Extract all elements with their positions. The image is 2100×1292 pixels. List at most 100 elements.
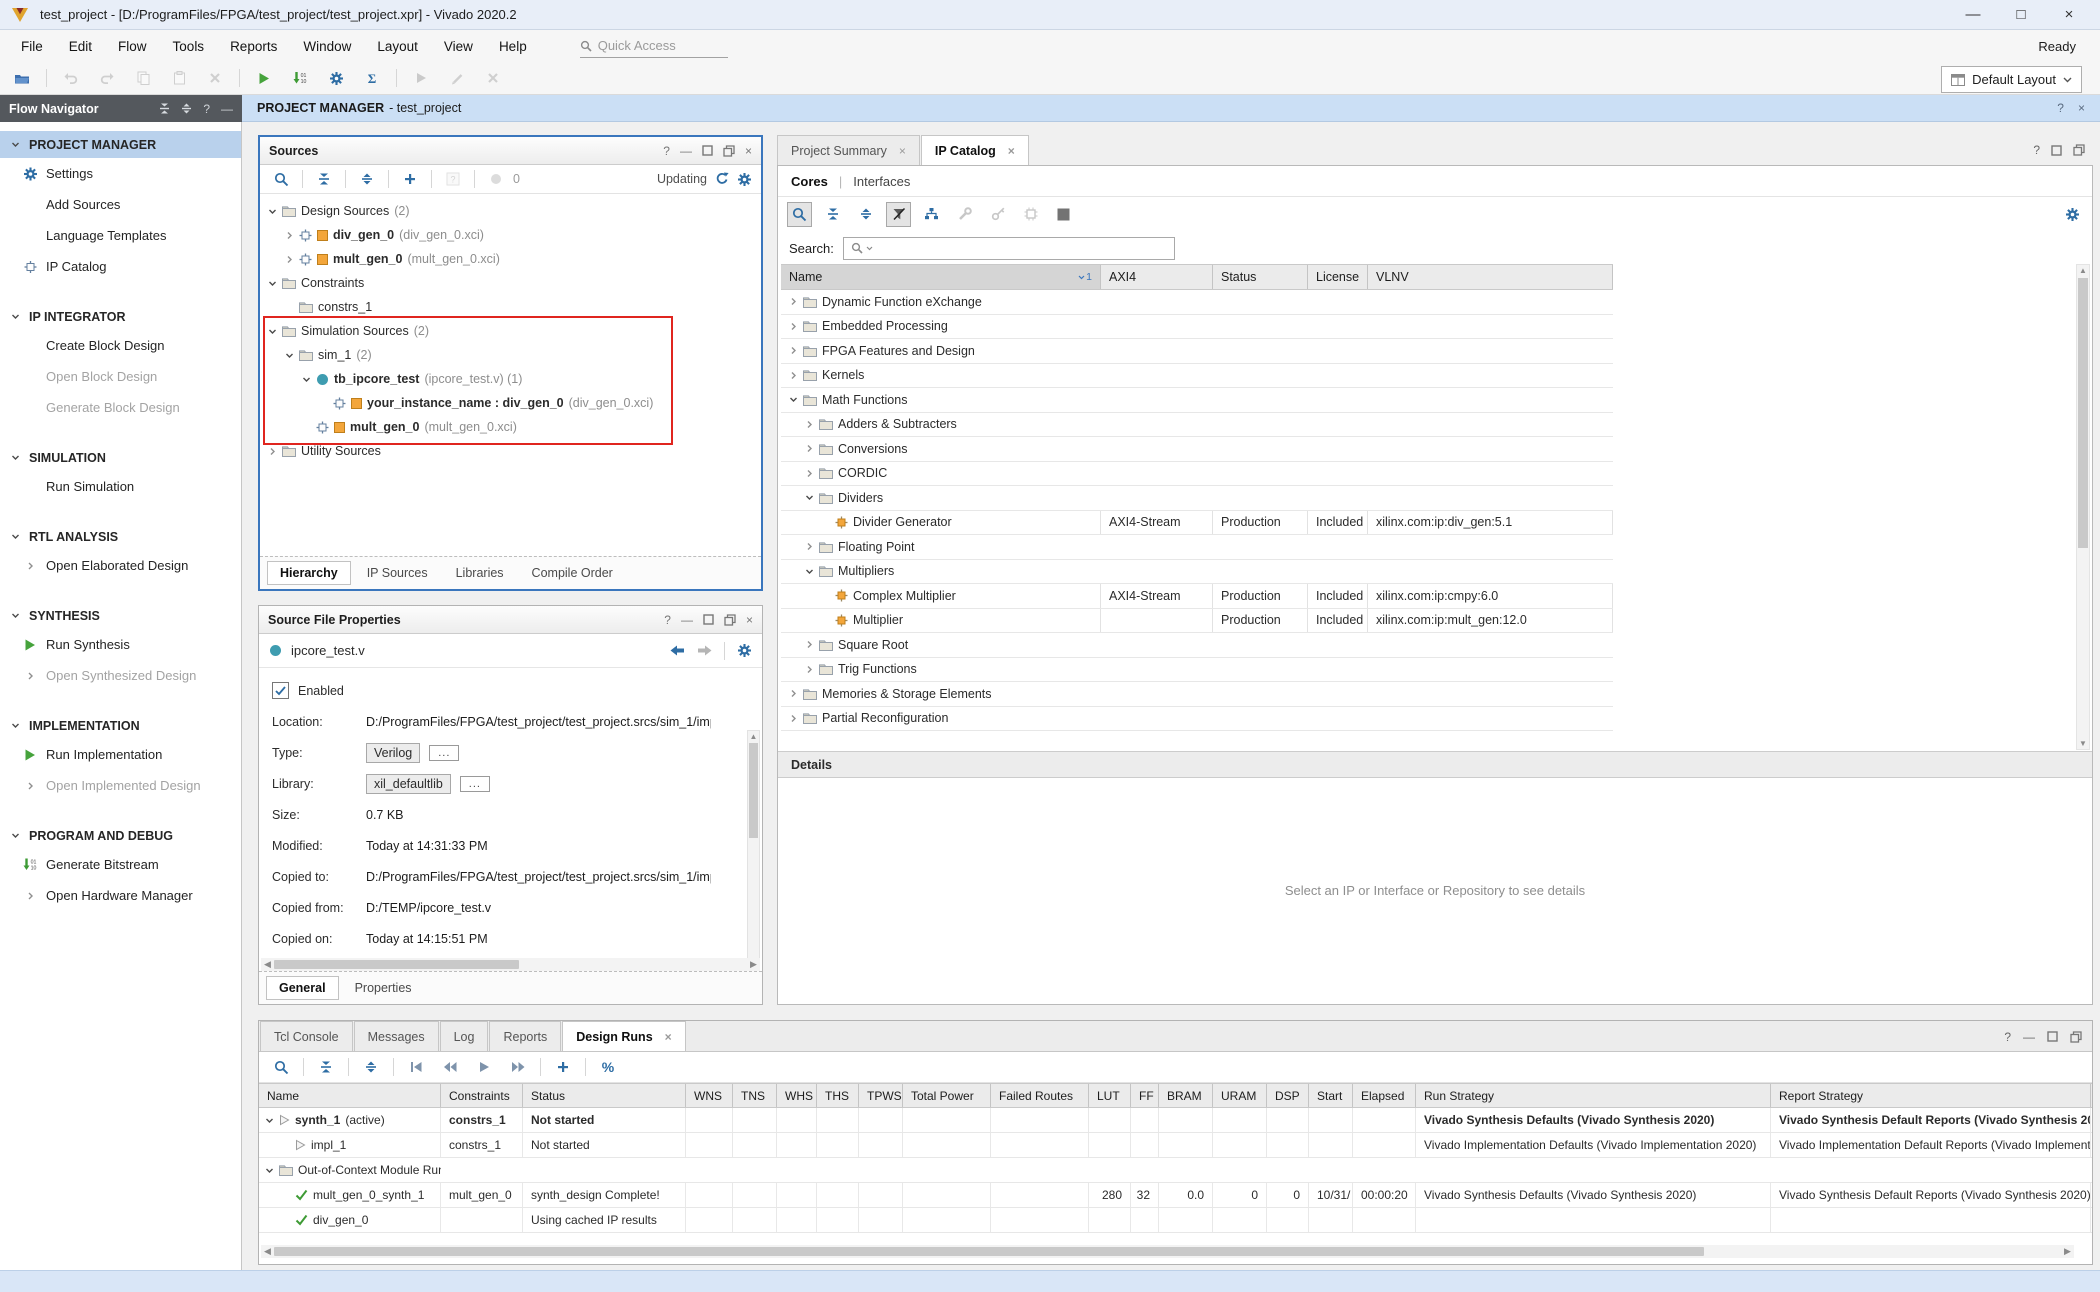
tab-design-runs[interactable]: Design Runs× [562,1021,685,1051]
minimize-button[interactable]: — [1952,2,1994,28]
forward-icon[interactable] [697,645,712,656]
design-run-row[interactable]: div_gen_0Using cached IP results [259,1208,2092,1233]
flownav-item-add-sources[interactable]: Add Sources [0,189,241,220]
group-by-hierarchy-button[interactable] [919,202,944,227]
help-icon[interactable]: ? [2033,143,2040,157]
reset-runs-button[interactable] [404,1055,428,1079]
expander-icon[interactable] [285,255,294,264]
minimize-panel-icon[interactable]: — [221,102,233,116]
help-icon[interactable]: ? [2057,101,2064,115]
ip-catalog-row[interactable]: Dynamic Function eXchange [781,290,1613,315]
expander-icon[interactable] [789,714,798,723]
field-value-box[interactable]: Verilog [366,743,420,763]
tab-properties[interactable]: Properties [343,977,424,999]
search-button[interactable] [269,167,293,191]
collapse-all-button[interactable] [820,202,845,227]
close-icon[interactable]: × [745,144,752,158]
flownav-section-header-synthesis[interactable]: SYNTHESIS [0,602,241,629]
column-header-ff[interactable]: FF [1131,1084,1159,1107]
chevron-right-icon[interactable] [26,891,35,900]
column-header-status[interactable]: Status [523,1084,686,1107]
search-button[interactable] [787,202,812,227]
layout-selector[interactable]: Default Layout [1941,66,2082,93]
vertical-scrollbar[interactable]: ▲ ▼ [747,730,760,986]
float-icon[interactable] [2070,1031,2082,1043]
column-header-tns[interactable]: TNS [733,1084,777,1107]
chevron-right-icon[interactable] [26,561,35,570]
flownav-item-run-implementation[interactable]: Run Implementation [0,739,241,770]
report-button[interactable] [1051,202,1076,227]
column-header-start[interactable]: Start [1309,1084,1353,1107]
expand-all-button[interactable] [853,202,878,227]
tab-tcl-console[interactable]: Tcl Console [260,1021,353,1051]
ellipsis-button[interactable]: ... [460,776,490,792]
generate-bitstream-button[interactable]: 0110 [288,66,312,90]
flownav-item-run-simulation[interactable]: Run Simulation [0,471,241,502]
report-utilization-button[interactable]: Σ [360,66,384,90]
subtab-interfaces[interactable]: Interfaces [853,174,910,189]
ip-search-input[interactable] [843,237,1175,260]
close-icon[interactable]: × [746,613,753,627]
gear-icon[interactable] [2065,207,2080,222]
back-icon[interactable] [670,645,685,656]
sources-tree-item[interactable]: Constraints [260,271,761,295]
expander-icon[interactable] [805,420,814,429]
design-run-row[interactable]: impl_1constrs_1Not startedVivado Impleme… [259,1133,2092,1158]
expander-icon[interactable] [805,640,814,649]
field-value-box[interactable]: xil_defaultlib [366,774,451,794]
flownav-item-settings[interactable]: Settings [0,158,241,189]
help-icon[interactable]: ? [663,144,670,158]
subtab-cores[interactable]: Cores [791,174,828,189]
chevron-down-icon[interactable] [11,721,20,730]
sources-tree-item[interactable]: mult_gen_0(mult_gen_0.xci) [260,247,761,271]
flownav-section-header-rtl-analysis[interactable]: RTL ANALYSIS [0,523,241,550]
help-icon[interactable]: ? [2004,1030,2011,1044]
flownav-item-language-templates[interactable]: Language Templates [0,220,241,251]
menu-file[interactable]: File [8,30,56,62]
flownav-item-generate-bitstream[interactable]: 0110Generate Bitstream [0,849,241,880]
tab-messages[interactable]: Messages [354,1021,439,1051]
tab-general[interactable]: General [266,976,339,1000]
column-header-name[interactable]: Name [259,1084,441,1107]
menu-tools[interactable]: Tools [160,30,218,62]
quick-access-input[interactable]: Quick Access [580,35,728,58]
step-forward-button[interactable] [506,1055,530,1079]
expander-icon[interactable] [789,689,798,698]
design-run-row[interactable]: mult_gen_0_synth_1mult_gen_0synth_design… [259,1183,2092,1208]
expander-icon[interactable] [805,567,814,576]
minimize-icon[interactable]: — [680,144,692,158]
column-header-constraints[interactable]: Constraints [441,1084,523,1107]
sources-tree-item[interactable]: Utility Sources [260,439,761,463]
close-tab-icon[interactable]: × [899,144,906,158]
gear-icon[interactable] [737,172,752,187]
close-button[interactable]: × [2048,2,2090,28]
step-back-button[interactable] [438,1055,462,1079]
column-header-axi4[interactable]: AXI4 [1101,265,1213,289]
column-header-license[interactable]: License [1308,265,1368,289]
column-header-name[interactable]: Name1 [781,265,1101,289]
expander-icon[interactable] [268,207,277,216]
chevron-down-icon[interactable] [11,532,20,541]
menu-layout[interactable]: Layout [364,30,431,62]
filter-button[interactable] [886,202,911,227]
expander-icon[interactable] [789,395,798,404]
flownav-item-open-implemented-design[interactable]: Open Implemented Design [0,770,241,801]
search-button[interactable] [269,1055,293,1079]
close-tab-icon[interactable]: × [665,1030,672,1044]
expand-all-button[interactable] [359,1055,383,1079]
design-run-row[interactable]: synth_1(active)constrs_1Not startedVivad… [259,1108,2092,1133]
vertical-scrollbar[interactable]: ▲ ▼ [2076,264,2090,750]
ip-catalog-row[interactable]: Conversions [781,437,1613,462]
ip-catalog-row[interactable]: MultiplierProductionIncludedxilinx.com:i… [781,609,1613,634]
minimize-icon[interactable]: — [2023,1030,2035,1044]
ip-catalog-row[interactable]: Divider GeneratorAXI4-StreamProductionIn… [781,511,1613,536]
help-icon[interactable]: ? [664,613,671,627]
ip-catalog-row[interactable]: Adders & Subtracters [781,413,1613,438]
horizontal-scrollbar[interactable]: ◀ ▶ [261,1245,2074,1258]
expander-icon[interactable] [805,444,814,453]
column-header-lut[interactable]: LUT [1089,1084,1131,1107]
column-header-status[interactable]: Status [1213,265,1308,289]
sources-tree-item[interactable]: Design Sources(2) [260,199,761,223]
open-file-button[interactable] [10,66,34,90]
run-button[interactable] [472,1055,496,1079]
